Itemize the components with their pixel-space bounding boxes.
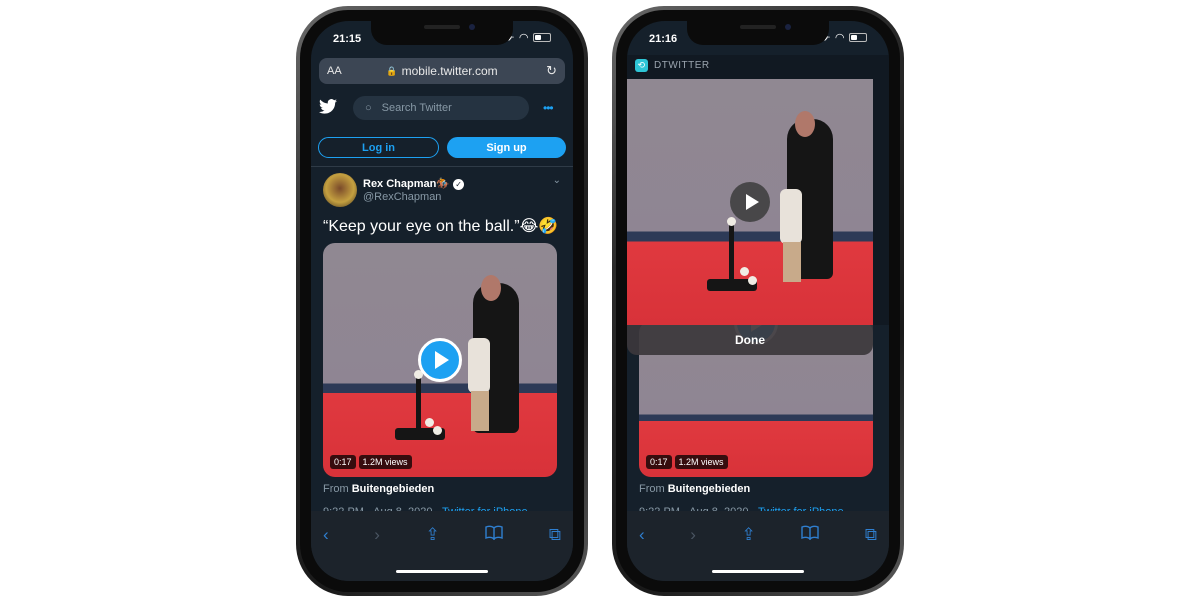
source-name[interactable]: Buitengebieden	[668, 483, 751, 495]
video-duration: 0:17	[646, 455, 672, 469]
video-frame-kid-legs	[783, 242, 801, 282]
twitter-bird-icon[interactable]	[319, 98, 339, 119]
wifi-icon: ◠	[519, 32, 528, 44]
forward-icon[interactable]: ›	[374, 525, 380, 545]
home-indicator[interactable]	[712, 570, 804, 573]
tweet-video[interactable]: 0:17 1.2M views	[323, 243, 557, 477]
tweet-text: “Keep your eye on the ball.”😂🤣	[323, 218, 559, 235]
verified-icon: ✓	[453, 179, 465, 190]
pip-header: ⟲ DTWITTER	[635, 59, 710, 72]
video-frame-kid	[468, 338, 490, 393]
author-handle[interactable]: @RexChapman	[363, 191, 441, 203]
signup-button[interactable]: Sign up	[447, 137, 566, 158]
author-name-row[interactable]: Rex Chapman🏇 ✓	[363, 177, 465, 190]
source-name[interactable]: Buitengebieden	[352, 483, 435, 495]
home-indicator[interactable]	[396, 570, 488, 573]
tabs-icon[interactable]: ⧉	[549, 525, 561, 545]
search-icon: ○	[365, 102, 372, 114]
chevron-down-icon[interactable]: ⌄	[553, 175, 561, 186]
search-placeholder: Search Twitter	[381, 102, 452, 114]
phone-right: 21:16 ✈ ◠ ⟲ DTWITTER	[612, 6, 904, 596]
author-name[interactable]: Rex Chapman🏇	[363, 178, 450, 190]
source-prefix: From	[323, 483, 349, 495]
video-frame-kid	[780, 189, 802, 244]
video-frame-ball	[425, 418, 434, 427]
app-icon: ⟲	[635, 59, 648, 72]
video-views: 1.2M views	[358, 455, 412, 469]
battery-icon	[849, 33, 867, 42]
screen: 21:15 ✈ ◠ AA 🔒 mobile.twitter.com ↻ ○	[311, 21, 573, 581]
phone-left: 21:15 ✈ ◠ AA 🔒 mobile.twitter.com ↻ ○	[296, 6, 588, 596]
bookmarks-icon[interactable]	[485, 525, 503, 545]
wifi-icon: ◠	[835, 32, 844, 44]
video-frame-tee	[729, 224, 734, 279]
video-source: From Buitengebieden	[323, 483, 434, 495]
pip-video[interactable]	[627, 79, 873, 325]
video-frame-ball	[748, 276, 757, 285]
video-frame-head	[795, 111, 815, 137]
screen: 21:16 ✈ ◠ ⟲ DTWITTER	[627, 21, 889, 581]
back-icon[interactable]: ‹	[323, 525, 329, 545]
url-text[interactable]: mobile.twitter.com	[402, 64, 498, 78]
safari-toolbar: ‹ › ⇪ ⧉	[627, 511, 889, 581]
play-icon[interactable]	[418, 338, 462, 382]
text-size-button[interactable]: AA	[327, 65, 342, 77]
login-button[interactable]: Log in	[318, 137, 439, 158]
play-icon[interactable]	[730, 182, 770, 222]
video-frame-ball	[727, 217, 736, 226]
lock-icon: 🔒	[386, 65, 398, 76]
video-badges: 0:17 1.2M views	[646, 455, 728, 469]
search-input[interactable]: ○ Search Twitter	[353, 96, 529, 120]
tweet-header: Rex Chapman🏇 ✓ @RexChapman ⌄	[323, 173, 563, 207]
forward-icon[interactable]: ›	[690, 525, 696, 545]
avatar[interactable]	[323, 173, 357, 207]
video-frame-ball	[433, 426, 442, 435]
status-time: 21:15	[333, 33, 362, 45]
divider	[311, 166, 573, 167]
share-icon[interactable]: ⇪	[425, 525, 439, 545]
notch	[371, 21, 513, 45]
video-source: From Buitengebieden	[639, 483, 750, 495]
video-frame-kid-legs	[471, 391, 489, 431]
bookmarks-icon[interactable]	[801, 525, 819, 545]
notch	[687, 21, 829, 45]
more-icon[interactable]: •••	[543, 101, 554, 115]
reload-icon[interactable]: ↻	[546, 63, 557, 79]
status-time: 21:16	[649, 33, 678, 45]
share-icon[interactable]: ⇪	[741, 525, 755, 545]
video-views: 1.2M views	[674, 455, 728, 469]
video-duration: 0:17	[330, 455, 356, 469]
source-prefix: From	[639, 483, 665, 495]
done-button[interactable]: Done	[627, 325, 873, 355]
address-bar[interactable]: AA 🔒 mobile.twitter.com ↻	[319, 58, 565, 84]
pip-app-name: DTWITTER	[654, 60, 710, 71]
tabs-icon[interactable]: ⧉	[865, 525, 877, 545]
video-frame-tee	[416, 376, 421, 431]
auth-buttons: Log in Sign up	[318, 137, 566, 158]
battery-icon	[533, 33, 551, 42]
video-frame-head	[481, 275, 501, 301]
back-icon[interactable]: ‹	[639, 525, 645, 545]
video-badges: 0:17 1.2M views	[330, 455, 412, 469]
twitter-header: ○ Search Twitter •••	[311, 91, 573, 125]
video-frame-ball	[740, 267, 749, 276]
safari-toolbar: ‹ › ⇪ ⧉	[311, 511, 573, 581]
